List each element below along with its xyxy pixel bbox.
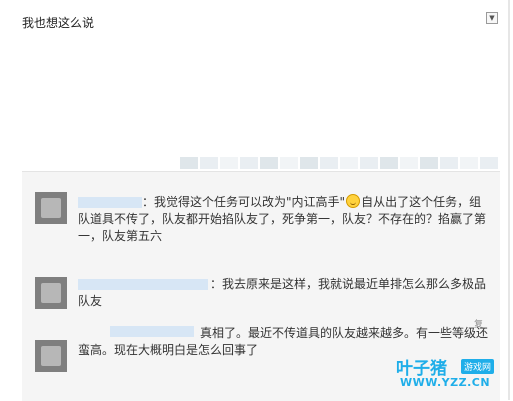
scrollbar-track[interactable] bbox=[508, 0, 510, 400]
chevron-down-icon[interactable]: ▼ bbox=[486, 12, 498, 24]
watermark-badge: 游戏网 bbox=[461, 359, 495, 374]
post-text: 我也想这么说 bbox=[22, 16, 95, 30]
avatar[interactable] bbox=[35, 340, 67, 372]
avatar[interactable] bbox=[35, 277, 67, 309]
site-watermark: 叶子猪 游戏网 WWW.YZZ.CN bbox=[396, 354, 500, 400]
watermark-url: WWW.YZZ.CN bbox=[400, 376, 491, 389]
avatar[interactable] bbox=[35, 192, 67, 224]
blurred-actions-bar bbox=[180, 157, 498, 169]
smiley-icon bbox=[346, 194, 361, 208]
comment-text: ：我去原来是这样，我就说最近单排怎么那么多极品队友 bbox=[78, 277, 487, 308]
comment-text: ：我觉得这个任务可以改为"内讧高手" 自从出了这个任务，组队道具不传了，队友都开始… bbox=[78, 194, 487, 243]
